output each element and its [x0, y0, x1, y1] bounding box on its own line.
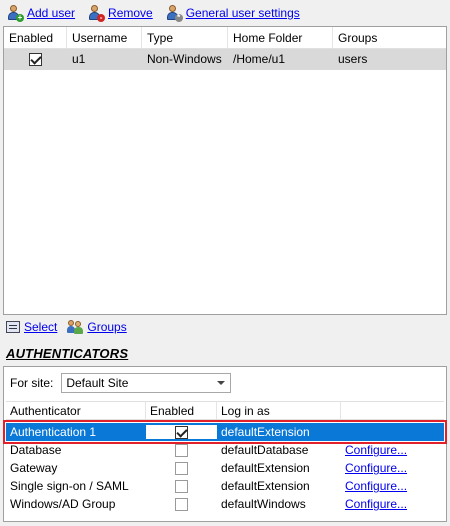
- authenticator-enabled-checkbox[interactable]: [175, 498, 188, 512]
- authenticator-login-as: defaultExtension: [221, 461, 310, 475]
- user-toolbar: + Add user - Remove * General user setti…: [0, 0, 450, 26]
- authenticator-name: Gateway: [10, 461, 58, 475]
- configure-link[interactable]: Configure...: [345, 497, 407, 511]
- configure-link[interactable]: Configure...: [345, 461, 407, 475]
- remove-user-label[interactable]: Remove: [108, 6, 153, 20]
- column-header-enabled[interactable]: Enabled: [4, 27, 67, 49]
- authenticators-heading: AUTHENTICATORS: [6, 346, 129, 361]
- column-header-enabled[interactable]: Enabled: [146, 402, 217, 419]
- authenticators-panel: For site: Default Site Authenticator Ena…: [3, 366, 447, 522]
- general-user-settings-label[interactable]: General user settings: [186, 6, 300, 20]
- site-dropdown-value: Default Site: [66, 376, 129, 390]
- authenticator-login-as: defaultDatabase: [221, 443, 309, 457]
- authenticator-login-as: defaultExtension: [217, 425, 341, 439]
- authenticator-row-gateway[interactable]: Gateway defaultExtension Configure...: [6, 459, 444, 477]
- authenticator-enabled-checkbox[interactable]: [175, 462, 188, 476]
- user-home-folder: /Home/u1: [233, 52, 286, 66]
- column-header-groups[interactable]: Groups: [333, 27, 446, 49]
- user-groups: users: [338, 52, 368, 66]
- column-header-log-in-as[interactable]: Log in as: [217, 402, 341, 419]
- column-header-authenticator[interactable]: Authenticator: [6, 402, 146, 419]
- remove-user-button[interactable]: - Remove: [87, 5, 153, 22]
- configure-link[interactable]: Configure...: [345, 443, 407, 457]
- authenticator-row-database[interactable]: Database defaultDatabase Configure...: [6, 441, 444, 459]
- user-type: Non-Windows: [147, 52, 222, 66]
- select-list-icon: [6, 321, 20, 333]
- column-header-type[interactable]: Type: [142, 27, 228, 49]
- user-username: u1: [72, 52, 86, 66]
- column-header-username[interactable]: Username: [67, 27, 142, 49]
- select-groups-bar: Select Groups: [6, 318, 127, 336]
- for-site-label: For site:: [10, 376, 54, 390]
- authenticator-enabled-checkbox[interactable]: [175, 480, 188, 494]
- authenticators-table: Authenticator Enabled Log in as Authenti…: [3, 401, 447, 513]
- authenticator-enabled-checkbox[interactable]: [175, 444, 188, 458]
- select-link[interactable]: Select: [24, 320, 57, 334]
- remove-user-icon: -: [87, 5, 106, 22]
- column-header-home-folder[interactable]: Home Folder: [228, 27, 333, 49]
- authenticators-table-header: Authenticator Enabled Log in as: [6, 401, 444, 420]
- authenticator-name: Windows/AD Group: [10, 497, 116, 511]
- authenticator-row-windows-ad-group[interactable]: Windows/AD Group defaultWindows Configur…: [6, 495, 444, 513]
- groups-link[interactable]: Groups: [87, 320, 126, 334]
- configure-link[interactable]: Configure...: [345, 479, 407, 493]
- users-table-header: Enabled Username Type Home Folder Groups: [4, 27, 446, 49]
- site-selector-row: For site: Default Site: [10, 373, 232, 393]
- authenticator-login-as: defaultWindows: [221, 497, 306, 511]
- add-user-icon: +: [6, 5, 24, 22]
- add-user-label[interactable]: Add user: [27, 6, 75, 20]
- table-row[interactable]: u1 Non-Windows /Home/u1 users: [4, 49, 446, 70]
- groups-icon: [67, 320, 84, 334]
- users-table: Enabled Username Type Home Folder Groups…: [3, 26, 447, 315]
- column-header-actions: [341, 402, 444, 419]
- general-user-settings-button[interactable]: * General user settings: [165, 5, 300, 22]
- add-user-button[interactable]: + Add user: [6, 5, 75, 22]
- site-dropdown[interactable]: Default Site: [61, 373, 232, 393]
- authenticator-row-single-sign-on-saml[interactable]: Single sign-on / SAML defaultExtension C…: [6, 477, 444, 495]
- authenticator-row-authentication-1[interactable]: Authentication 1 defaultExtension: [3, 420, 447, 444]
- chevron-down-icon: [217, 381, 226, 385]
- authenticator-name: Database: [10, 443, 62, 457]
- authenticator-enabled-checkbox[interactable]: [175, 425, 188, 439]
- authenticator-login-as: defaultExtension: [221, 479, 310, 493]
- authenticator-name: Single sign-on / SAML: [10, 479, 129, 493]
- user-settings-icon: *: [165, 5, 183, 22]
- user-enabled-checkbox[interactable]: [29, 53, 42, 67]
- authenticator-name: Authentication 1: [10, 425, 97, 439]
